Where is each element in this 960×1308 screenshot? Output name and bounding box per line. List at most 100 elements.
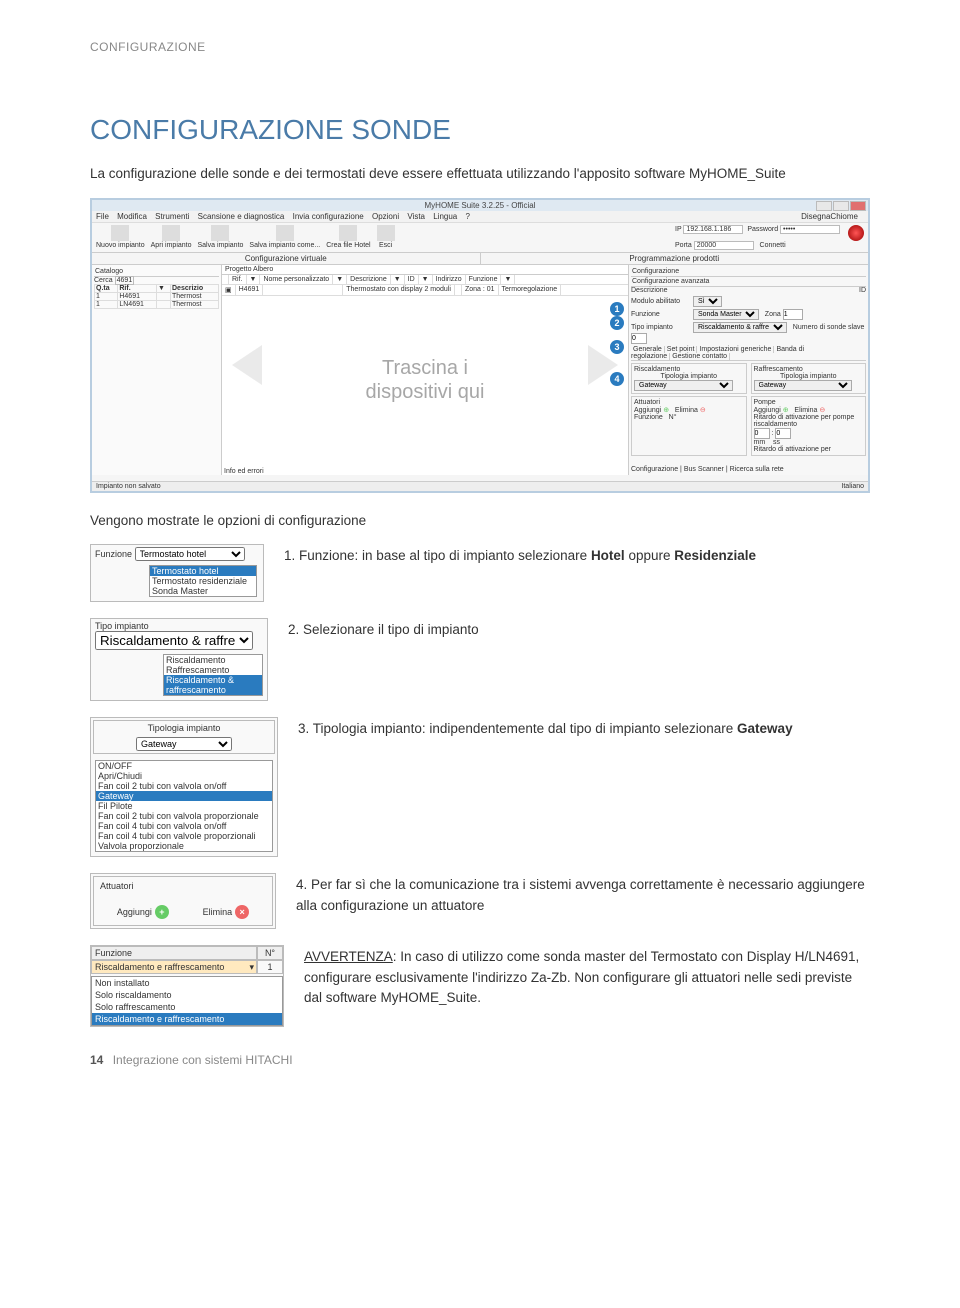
mod-label: Modulo abilitato [631,298,691,305]
id-label: ID [859,287,866,294]
catalog-search-input[interactable]: 4691 [115,276,135,285]
numero-cell[interactable]: 1 [257,960,283,974]
tab-config-virtuale[interactable]: Configurazione virtuale [92,253,481,264]
func-select[interactable]: Sonda Master [693,309,759,320]
config-adv[interactable]: Configurazione avanzata [631,277,866,287]
menu-strumenti[interactable]: Strumenti [155,212,189,221]
option-fancoil2-onoff[interactable]: Fan coil 2 tubi con valvola on/off [96,781,272,791]
footertab-config[interactable]: Configurazione [631,466,678,473]
config-footer-tabs: Configurazione | Bus Scanner | Ricerca s… [631,466,784,473]
option-fancoil2-prop[interactable]: Fan coil 2 tubi con valvola proporzional… [96,811,272,821]
col-numero: N° [257,946,283,960]
funzione-cell-select[interactable]: Riscaldamento e raffrescamento [91,960,257,974]
port-label: Porta [675,242,692,249]
option-valvola-prop[interactable]: Valvola proporzionale [96,841,272,851]
window-title: MyHOME Suite 3.2.25 - Official [425,201,536,210]
subtab-impost[interactable]: Impostazioni generiche [697,346,774,353]
mod-select[interactable]: Sì [693,296,722,307]
ribbon-new[interactable]: Nuovo impianto [96,225,145,250]
menu-file[interactable]: File [96,212,109,221]
option-solo-raff[interactable]: Solo raffrescamento [92,1001,282,1013]
option-filpilote[interactable]: Fil Pilote [96,801,272,811]
slaves-input[interactable] [631,333,647,344]
menu-modifica[interactable]: Modifica [117,212,147,221]
intro-text: La configurazione delle sonde e dei term… [90,164,870,184]
descr-label: Descrizione [631,287,691,294]
connect-button[interactable]: Connetti [760,242,786,249]
menu-lingua[interactable]: Lingua [433,212,457,221]
menu-scansione[interactable]: Scansione e diagnostica [198,212,285,221]
catalog-row[interactable]: 1LN4691Thermost [95,301,219,309]
menu-opzioni[interactable]: Opzioni [372,212,399,221]
ribbon-saveas[interactable]: Salva impianto come... [249,225,320,250]
option-onoff[interactable]: ON/OFF [96,761,272,771]
aggiungi-button[interactable]: Aggiungi+ [117,905,169,919]
password-input[interactable]: ••••• [780,225,840,234]
option-termostato-hotel[interactable]: Termostato hotel [150,566,256,576]
maximize-button[interactable] [833,201,849,211]
option-risc-e-raff[interactable]: Riscaldamento e raffrescamento [92,1013,282,1025]
tipologia-select[interactable]: Gateway [136,737,232,751]
catalog-row[interactable]: 1H4691Thermost [95,293,219,301]
option-gateway[interactable]: Gateway [96,791,272,801]
window-controls [816,201,866,211]
info-errors-tab[interactable]: Info ed errori [224,468,264,475]
step4-screenshot: Attuatori Aggiungi+ Elimina× [90,873,276,929]
tipo-raff-select[interactable]: Gateway [754,380,853,391]
elimina-button[interactable]: Elimina× [203,905,250,919]
project-row[interactable]: ▣ H4691 Thermostato con display 2 moduli… [222,285,628,296]
tipo-select[interactable]: Riscaldamento & raffre [693,322,787,333]
subtab-generale[interactable]: Generale [631,346,665,353]
option-non-installato[interactable]: Non installato [92,977,282,989]
section-header: CONFIGURAZIONE [90,40,870,54]
port-input[interactable]: 20000 [694,241,754,250]
menu-help[interactable]: ? [465,212,469,221]
catalog-panel: Catalogo Cerca 4691 Q.taRif.▼Descrizio 1… [92,265,222,475]
option-riscaldamento[interactable]: Riscaldamento [164,655,262,665]
minimize-button[interactable] [816,201,832,211]
ribbon-hotel[interactable]: Crea file Hotel [326,225,370,250]
option-aprichiudi[interactable]: Apri/Chiudi [96,771,272,781]
del-button[interactable]: Elimina [675,407,698,414]
tab-program-prodotti[interactable]: Programmazione prodotti [481,253,869,264]
slaves-label: Numero di sonde slave [793,324,865,331]
disegna-chiome-button[interactable]: DisegnaChiome [801,212,858,221]
rit-ss-input[interactable] [775,428,791,439]
tipo-risc-select[interactable]: Gateway [634,380,733,391]
option-risc-raffr[interactable]: Riscaldamento & raffrescamento [164,675,262,695]
zona-input[interactable] [783,309,803,320]
subtab-setpoint[interactable]: Set point [665,346,698,353]
menu-vista[interactable]: Vista [407,212,425,221]
ip-input[interactable]: 192.168.1.186 [683,225,743,234]
ribbon-save[interactable]: Salva impianto [198,225,244,250]
subtab-contatto[interactable]: Gestione contatto [670,353,730,360]
tipoimpianto-select[interactable]: Riscaldamento & raffre [95,631,253,650]
project-tabs[interactable]: Progetto Albero [222,265,628,275]
option-fancoil4-onoff[interactable]: Fan coil 4 tubi con valvola on/off [96,821,272,831]
step5-screenshot: FunzioneN° Riscaldamento e raffrescament… [90,945,284,1027]
funzione-select[interactable]: Termostato hotel [135,547,245,561]
ribbon-exit[interactable]: Esci [377,225,395,250]
footertab-bus[interactable]: Bus Scanner [684,466,724,473]
footertab-ricerca[interactable]: Ricerca sulla rete [730,466,784,473]
option-raffrescamento[interactable]: Raffrescamento [164,665,262,675]
ribbon-open[interactable]: Apri impianto [151,225,192,250]
option-termostato-residenziale[interactable]: Termostato residenziale [150,576,256,586]
statusbar: Impianto non salvato Italiano [92,481,868,491]
step3-screenshot: Tipologia impianto Gateway ON/OFF Apri/C… [90,717,278,857]
menubar: File Modifica Strumenti Scansione e diag… [92,211,868,223]
add-button[interactable]: Aggiungi [754,407,781,414]
config-title: Configurazione [631,267,866,277]
status-lang: Italiano [841,483,864,490]
rit-mm-input[interactable] [754,428,770,439]
option-fancoil4-prop[interactable]: Fan coil 4 tubi con valvole proporzional… [96,831,272,841]
option-solo-risc[interactable]: Solo riscaldamento [92,989,282,1001]
option-sonda-master[interactable]: Sonda Master [150,586,256,596]
myhome-suite-window: MyHOME Suite 3.2.25 - Official File Modi… [90,198,870,493]
menu-invia[interactable]: Invia configurazione [293,212,364,221]
tipoimpianto-dropdown: Riscaldamento Raffrescamento Riscaldamen… [163,654,263,696]
catalog-tab[interactable]: Catalogo [94,267,219,277]
close-button[interactable] [850,201,866,211]
del-button[interactable]: Elimina [794,407,817,414]
config-subtabs: GeneraleSet pointImpostazioni genericheB… [631,346,866,361]
